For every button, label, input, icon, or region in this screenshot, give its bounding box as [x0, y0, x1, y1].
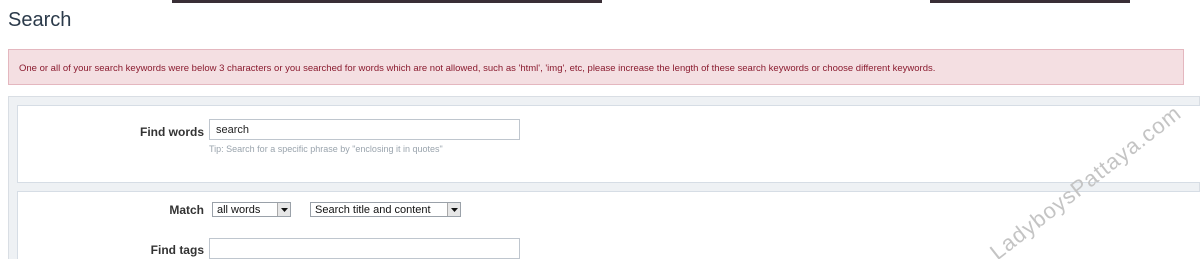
find-words-input[interactable] — [209, 119, 520, 140]
find-words-label: Find words — [140, 125, 204, 139]
chevron-down-icon-shape — [451, 208, 458, 212]
find-tags-input[interactable] — [209, 238, 520, 259]
header-banner-image-left — [172, 0, 602, 3]
search-page: Search One or all of your search keyword… — [0, 0, 1200, 259]
find-tags-label: Find tags — [150, 243, 204, 257]
chevron-down-icon[interactable] — [277, 203, 290, 216]
page-title: Search — [8, 9, 72, 31]
match-mode-select[interactable]: all words — [212, 202, 291, 217]
header-banner-image-right — [930, 0, 1130, 3]
error-message-box: One or all of your search keywords were … — [8, 49, 1184, 85]
search-scope-value: Search title and content — [315, 204, 431, 216]
search-scope-select[interactable]: Search title and content — [310, 202, 461, 217]
find-words-section: Find words Tip: Search for a specific ph… — [17, 105, 1200, 183]
match-label: Match — [169, 203, 204, 217]
find-words-tip: Tip: Search for a specific phrase by "en… — [209, 144, 443, 154]
chevron-down-icon-shape — [281, 208, 288, 212]
chevron-down-icon[interactable] — [447, 203, 460, 216]
error-message-text: One or all of your search keywords were … — [19, 63, 936, 74]
match-mode-value: all words — [217, 204, 261, 216]
